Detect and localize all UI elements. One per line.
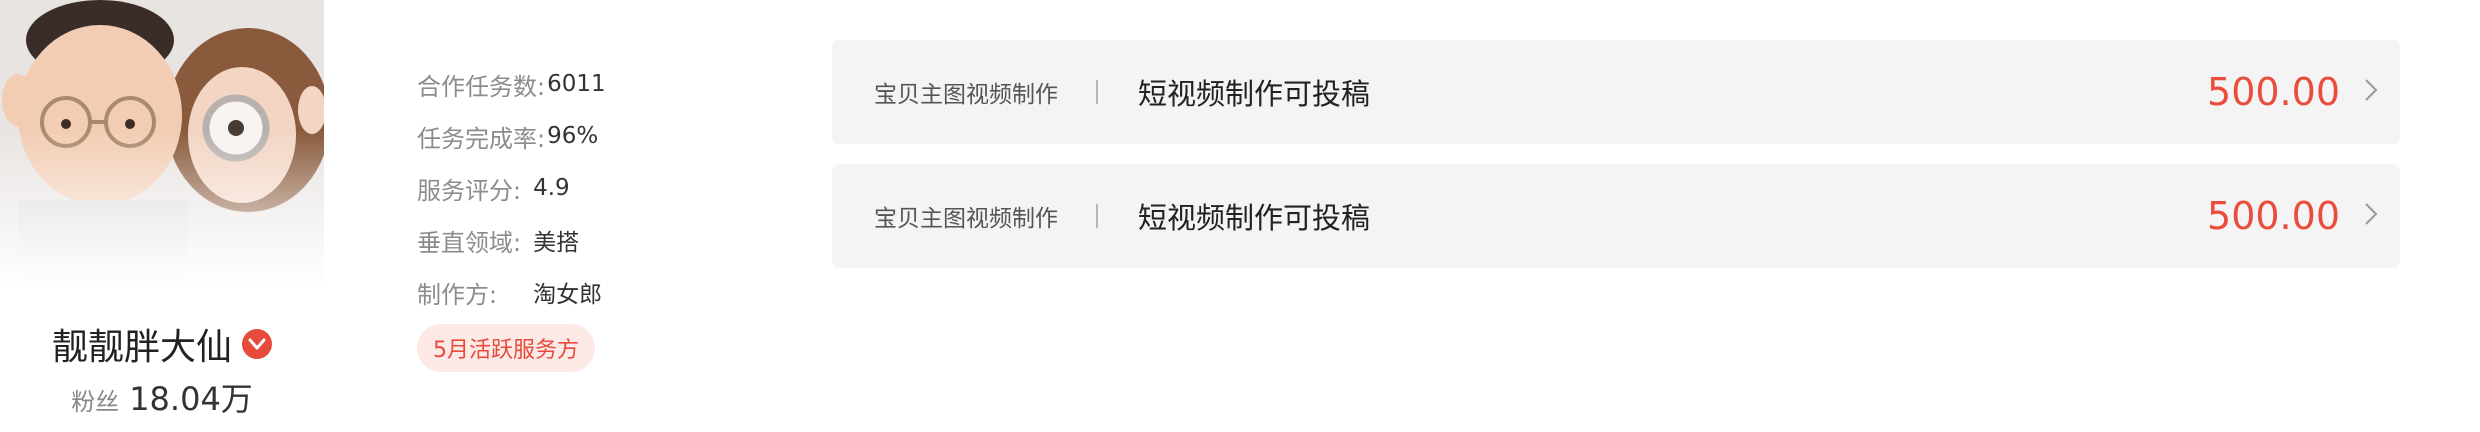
order-price: 500.00 — [2207, 194, 2340, 238]
chevron-right-icon — [2364, 202, 2378, 230]
provider-card: 靓靓胖大仙 粉丝 18.04万 合作任务数: 6011 任务完成率: 96% 服… — [0, 0, 2480, 432]
stat-label: 垂直领域: — [417, 228, 522, 257]
order-price: 500.00 — [2207, 70, 2340, 114]
order-title: 短视频制作可投稿 — [1138, 201, 1371, 235]
avatar-fade-overlay — [0, 130, 324, 300]
verified-v-icon — [242, 329, 272, 359]
divider — [1096, 80, 1098, 104]
stat-row-rating: 服务评分: 4.9 — [417, 162, 717, 214]
stat-value: 淘女郎 — [533, 282, 603, 308]
order-title: 短视频制作可投稿 — [1138, 77, 1371, 111]
stat-label: 制作方: — [417, 280, 498, 309]
stats-list: 合作任务数: 6011 任务完成率: 96% 服务评分: 4.9 垂直领域: 美… — [417, 58, 717, 318]
fans-label: 粉丝 — [71, 388, 120, 416]
stat-value: 6011 — [547, 71, 606, 97]
stat-label: 任务完成率: — [417, 124, 546, 153]
name-row: 靓靓胖大仙 — [0, 318, 324, 370]
stat-row-domain: 垂直领域: 美搭 — [417, 214, 717, 266]
stat-label: 合作任务数: — [417, 72, 546, 101]
order-list: 宝贝主图视频制作 短视频制作可投稿 500.00 宝贝主图视频制作 短视频制作可… — [832, 40, 2400, 288]
stat-value: 美搭 — [533, 230, 580, 256]
chevron-right-icon — [2364, 78, 2378, 106]
order-category: 宝贝主图视频制作 — [874, 82, 1058, 108]
stat-label: 服务评分: — [417, 176, 522, 205]
order-category: 宝贝主图视频制作 — [874, 206, 1058, 232]
stat-value: 4.9 — [533, 175, 570, 201]
order-row[interactable]: 宝贝主图视频制作 短视频制作可投稿 500.00 — [832, 40, 2400, 144]
active-provider-badge: 5月活跃服务方 — [417, 324, 595, 372]
provider-name[interactable]: 靓靓胖大仙 — [52, 318, 232, 370]
fans-row: 粉丝 18.04万 — [0, 374, 324, 420]
stat-value: 96% — [547, 123, 599, 149]
divider — [1096, 204, 1098, 228]
stat-row-maker: 制作方: 淘女郎 — [417, 266, 717, 318]
stat-row-completion: 任务完成率: 96% — [417, 110, 717, 162]
order-row[interactable]: 宝贝主图视频制作 短视频制作可投稿 500.00 — [832, 164, 2400, 268]
fans-count: 18.04万 — [129, 380, 253, 418]
avatar[interactable] — [0, 0, 324, 300]
stat-row-tasks: 合作任务数: 6011 — [417, 58, 717, 110]
